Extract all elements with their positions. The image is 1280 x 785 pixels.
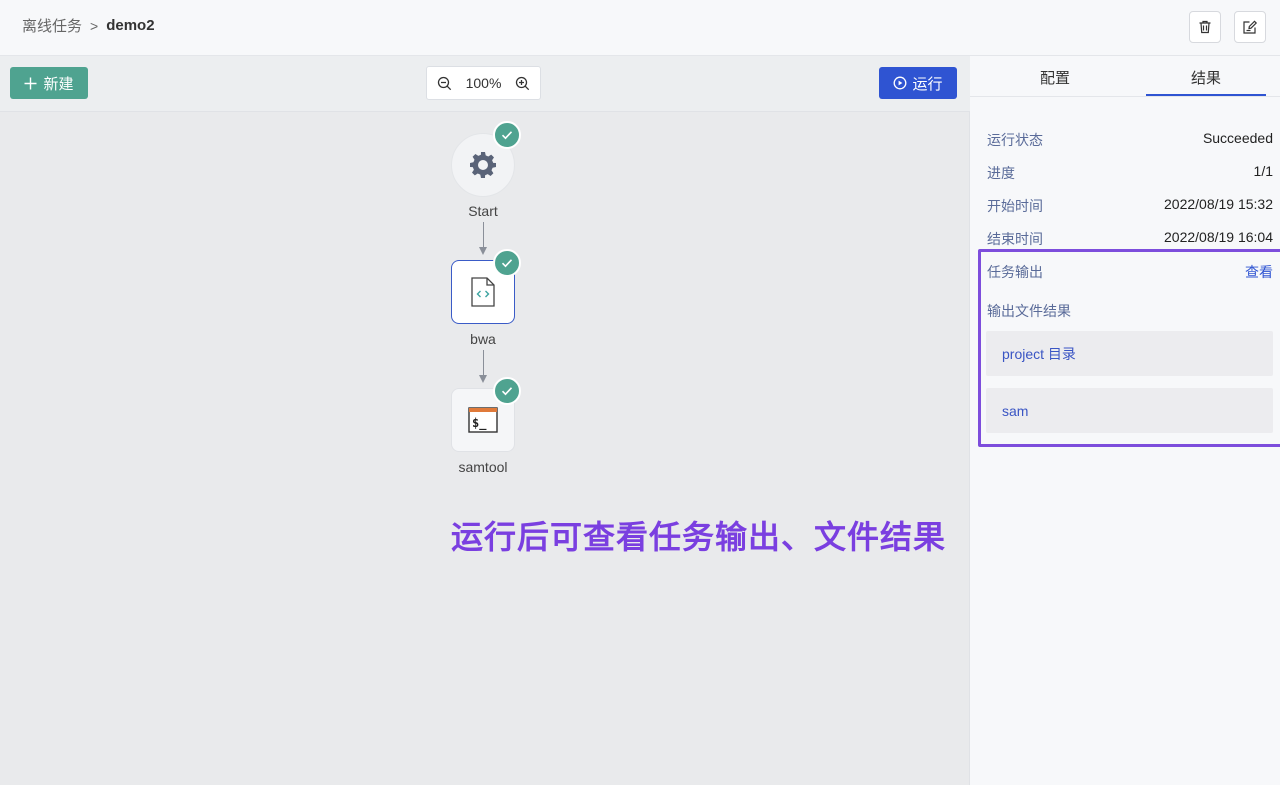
plus-icon bbox=[24, 77, 37, 89]
tab-result[interactable]: 结果 bbox=[1191, 67, 1221, 88]
node-samtool-label: samtool bbox=[458, 459, 508, 475]
zoom-in-button[interactable] bbox=[515, 76, 530, 91]
workflow-canvas[interactable]: 新建 100% 运行 Start bwa $_ samtool 运行后可查看任务… bbox=[0, 56, 970, 785]
field-label: 进度 bbox=[987, 165, 1015, 181]
output-file-item[interactable]: project 目录 bbox=[986, 331, 1273, 376]
zoom-out-icon bbox=[437, 76, 452, 90]
task-output-label: 任务输出 bbox=[987, 264, 1043, 280]
edge-arrow bbox=[479, 247, 487, 255]
edge-bwa-samtool bbox=[483, 350, 484, 376]
field-label: 运行状态 bbox=[987, 132, 1043, 148]
zoom-out-button[interactable] bbox=[437, 76, 452, 91]
zoom-in-icon bbox=[515, 76, 530, 90]
code-file-icon bbox=[471, 277, 495, 307]
breadcrumb-parent[interactable]: 离线任务 bbox=[22, 15, 82, 36]
run-button[interactable]: 运行 bbox=[879, 67, 957, 99]
field-end-time: 结束时间 2022/08/19 16:04 bbox=[987, 229, 1273, 249]
node-bwa-label: bwa bbox=[470, 331, 496, 347]
play-circle-icon bbox=[894, 76, 907, 90]
success-check-icon bbox=[493, 121, 521, 149]
annotation-text: 运行后可查看任务输出、文件结果 bbox=[451, 519, 947, 555]
output-files-label: 输出文件结果 bbox=[987, 303, 1071, 319]
svg-text:$_: $_ bbox=[472, 416, 487, 431]
field-value: 2022/08/19 16:04 bbox=[1164, 229, 1273, 245]
breadcrumb-current: demo2 bbox=[106, 17, 155, 34]
field-label: 结束时间 bbox=[987, 231, 1043, 247]
trash-icon bbox=[1199, 20, 1211, 34]
zoom-level: 100% bbox=[465, 75, 502, 91]
run-button-label: 运行 bbox=[912, 75, 943, 93]
breadcrumb-separator: > bbox=[90, 17, 99, 34]
success-check-icon bbox=[493, 249, 521, 277]
field-label: 开始时间 bbox=[987, 198, 1043, 214]
edge-start-bwa bbox=[483, 222, 484, 248]
new-button-label: 新建 bbox=[43, 75, 74, 93]
top-header: 离线任务 > demo2 bbox=[0, 0, 1280, 56]
field-progress: 进度 1/1 bbox=[987, 163, 1273, 183]
edit-button[interactable] bbox=[1234, 11, 1266, 43]
zoom-control: 100% bbox=[426, 66, 541, 100]
tab-config[interactable]: 配置 bbox=[1040, 67, 1070, 88]
canvas-toolbar: 新建 100% 运行 bbox=[0, 56, 970, 112]
active-tab-indicator bbox=[1146, 94, 1266, 96]
view-output-link[interactable]: 查看 bbox=[1245, 262, 1273, 282]
terminal-icon: $_ bbox=[468, 407, 498, 433]
panel-tabs: 配置 结果 bbox=[970, 56, 1280, 97]
field-value: 1/1 bbox=[1253, 163, 1273, 179]
edge-arrow bbox=[479, 375, 487, 383]
breadcrumb: 离线任务 > demo2 bbox=[22, 15, 155, 36]
node-start-label: Start bbox=[468, 203, 498, 219]
field-value: 2022/08/19 15:32 bbox=[1164, 196, 1273, 212]
success-check-icon bbox=[493, 377, 521, 405]
edit-icon bbox=[1243, 20, 1258, 34]
field-start-time: 开始时间 2022/08/19 15:32 bbox=[987, 196, 1273, 216]
output-file-item[interactable]: sam bbox=[986, 388, 1273, 433]
new-button[interactable]: 新建 bbox=[10, 67, 88, 99]
gear-icon bbox=[470, 152, 496, 178]
field-run-status: 运行状态 Succeeded bbox=[987, 130, 1273, 150]
result-panel: 配置 结果 运行状态 Succeeded 进度 1/1 开始时间 2022/08… bbox=[970, 56, 1280, 785]
delete-button[interactable] bbox=[1189, 11, 1221, 43]
field-value: Succeeded bbox=[1202, 130, 1273, 146]
task-output-row: 任务输出 查看 bbox=[987, 262, 1273, 282]
